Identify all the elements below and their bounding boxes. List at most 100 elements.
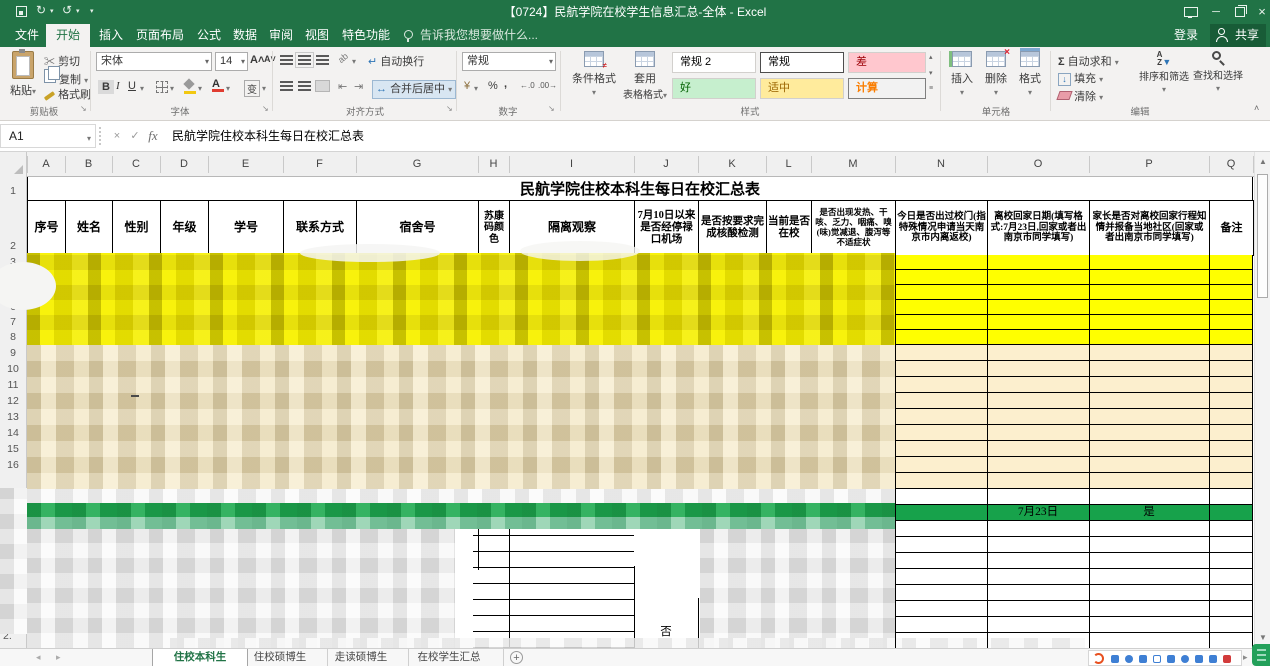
- column-header-j[interactable]: J: [634, 152, 698, 177]
- row-header-12[interactable]: 12: [0, 395, 26, 407]
- sign-in-button[interactable]: 登录: [1166, 24, 1206, 47]
- header-return-date[interactable]: 离校回家日期(填写格式:7月23日,回家或者出南京市同学填写): [987, 200, 1090, 256]
- align-left-icon[interactable]: [280, 81, 293, 91]
- row-header-2[interactable]: 2: [0, 240, 26, 252]
- styles-gallery-up-icon[interactable]: [929, 53, 933, 61]
- tab-data[interactable]: 数据: [228, 24, 262, 47]
- increase-font-icon[interactable]: [250, 54, 264, 66]
- formula-bar-value[interactable]: 民航学院住校本科生每日在校汇总表: [172, 124, 364, 148]
- copy-button[interactable]: 复制: [44, 69, 88, 87]
- column-header-f[interactable]: F: [283, 152, 356, 177]
- font-size-dropdown-icon[interactable]: [241, 53, 245, 70]
- paste-button[interactable]: 粘贴: [6, 51, 40, 103]
- white-row-band[interactable]: [895, 489, 1253, 504]
- select-all-corner[interactable]: [0, 152, 27, 177]
- tool-icon-7[interactable]: [1195, 655, 1203, 663]
- tab-insert[interactable]: 插入: [94, 24, 128, 47]
- tool-icon-6[interactable]: [1181, 655, 1189, 663]
- align-middle-icon[interactable]: [298, 55, 311, 65]
- autosum-button[interactable]: 自动求和: [1058, 53, 1119, 69]
- style-bad-tile[interactable]: 差: [848, 52, 926, 73]
- sheet-tab-summary[interactable]: 在校学生汇总: [395, 649, 504, 666]
- row-header-8[interactable]: 8: [0, 331, 26, 343]
- column-header-c[interactable]: C: [112, 152, 160, 177]
- tab-view[interactable]: 视图: [300, 24, 334, 47]
- header-symptoms[interactable]: 是否出现发热、干咳、乏力、咽痛、嗅(味)觉减退、腹泻等不适症状: [811, 200, 896, 256]
- row-header-10[interactable]: 10: [0, 363, 26, 375]
- header-health-code[interactable]: 苏康码颜色: [478, 200, 510, 256]
- increase-indent-icon[interactable]: [354, 80, 363, 93]
- tab-review[interactable]: 审阅: [264, 24, 298, 47]
- tool-icon-3[interactable]: [1139, 655, 1147, 663]
- column-header-e[interactable]: E: [208, 152, 283, 177]
- font-size-combobox[interactable]: 14: [215, 52, 248, 71]
- table-title-cell[interactable]: 民航学院住校本科生每日在校汇总表: [27, 177, 1253, 201]
- underline-dropdown-icon[interactable]: [140, 84, 144, 93]
- header-on-campus[interactable]: 当前是否在校: [766, 200, 812, 256]
- number-format-dropdown-icon[interactable]: [549, 53, 553, 70]
- green-row-parent-informed-cell[interactable]: 是: [1089, 504, 1209, 521]
- tool-icon-4[interactable]: [1153, 655, 1161, 663]
- italic-button[interactable]: [116, 80, 120, 92]
- bottom-rows-band[interactable]: [895, 521, 1253, 648]
- header-remarks[interactable]: 备注: [1209, 200, 1254, 256]
- merge-center-button[interactable]: 合并后居中: [372, 80, 456, 99]
- orientation-dropdown-icon[interactable]: [352, 57, 356, 66]
- number-dialog-launcher-icon[interactable]: [548, 104, 555, 113]
- row-header-1[interactable]: 1: [0, 185, 26, 197]
- sheet-nav-left-icon[interactable]: [36, 649, 41, 666]
- delete-cells-button[interactable]: × 删除: [980, 51, 1012, 103]
- header-left-campus-today[interactable]: 今日是否出过校门(指特殊情况申请当天南京市内离返校): [895, 200, 988, 256]
- column-header-a[interactable]: A: [27, 152, 65, 177]
- tab-formulas[interactable]: 公式: [192, 24, 226, 47]
- font-dialog-launcher-icon[interactable]: [262, 104, 269, 113]
- tool-icon-2[interactable]: [1125, 655, 1133, 663]
- align-top-icon[interactable]: [280, 55, 293, 65]
- sheet-nav-right-icon[interactable]: [56, 649, 61, 666]
- tab-file[interactable]: 文件: [10, 24, 44, 47]
- name-box-splitter[interactable]: [99, 127, 104, 145]
- clear-button[interactable]: 清除: [1058, 88, 1103, 104]
- insert-function-icon[interactable]: [144, 124, 162, 148]
- beige-rows-band[interactable]: [895, 345, 1253, 489]
- green-row-return-date-cell[interactable]: 7月23日: [987, 504, 1089, 521]
- sort-filter-button[interactable]: AZ 排序和筛选: [1138, 51, 1190, 103]
- format-painter-button[interactable]: 格式刷: [44, 86, 91, 102]
- alignment-dialog-launcher-icon[interactable]: [446, 104, 453, 113]
- accounting-dropdown-icon[interactable]: [474, 84, 478, 93]
- row-header-9[interactable]: 9: [0, 347, 26, 359]
- vertical-scrollbar[interactable]: [1254, 152, 1270, 648]
- name-box-dropdown-icon[interactable]: [87, 128, 91, 150]
- tool-icon-5[interactable]: [1167, 655, 1175, 663]
- font-name-dropdown-icon[interactable]: [205, 53, 209, 70]
- close-button[interactable]: [1250, 0, 1270, 24]
- tab-page-layout[interactable]: 页面布局: [130, 24, 190, 47]
- restore-button[interactable]: [1228, 0, 1252, 24]
- style-calculation-tile[interactable]: 计算: [848, 78, 926, 99]
- orientation-icon[interactable]: ab: [336, 51, 350, 65]
- column-header-g[interactable]: G: [356, 152, 478, 177]
- phonetic-dropdown-icon[interactable]: [262, 84, 266, 93]
- new-sheet-icon[interactable]: +: [510, 651, 523, 664]
- align-right-icon[interactable]: [316, 81, 329, 91]
- format-cells-button[interactable]: 格式: [1014, 51, 1046, 103]
- bold-button[interactable]: [98, 80, 114, 94]
- header-lukou-airport[interactable]: 7月10日以来是否经停禄口机场: [634, 200, 699, 256]
- font-color-icon[interactable]: [212, 78, 224, 92]
- enter-icon[interactable]: [126, 124, 144, 148]
- wrap-text-button[interactable]: 自动换行: [368, 53, 424, 69]
- column-header-i[interactable]: I: [509, 152, 634, 177]
- scroll-up-icon[interactable]: [1255, 154, 1270, 170]
- increase-decimal-icon[interactable]: ←.0: [520, 81, 535, 90]
- column-header-o[interactable]: O: [987, 152, 1089, 177]
- green-side-widget[interactable]: [1252, 644, 1270, 666]
- number-format-combobox[interactable]: 常规: [462, 52, 556, 71]
- display-settings-button[interactable]: [1178, 0, 1202, 24]
- decrease-decimal-icon[interactable]: .00→: [538, 81, 557, 90]
- name-box[interactable]: A1: [0, 124, 96, 148]
- header-name[interactable]: 姓名: [65, 200, 113, 256]
- align-center-icon[interactable]: [298, 81, 311, 91]
- comma-style-icon[interactable]: [504, 78, 507, 90]
- header-grade[interactable]: 年级: [160, 200, 209, 256]
- insert-cells-button[interactable]: 插入: [946, 51, 978, 103]
